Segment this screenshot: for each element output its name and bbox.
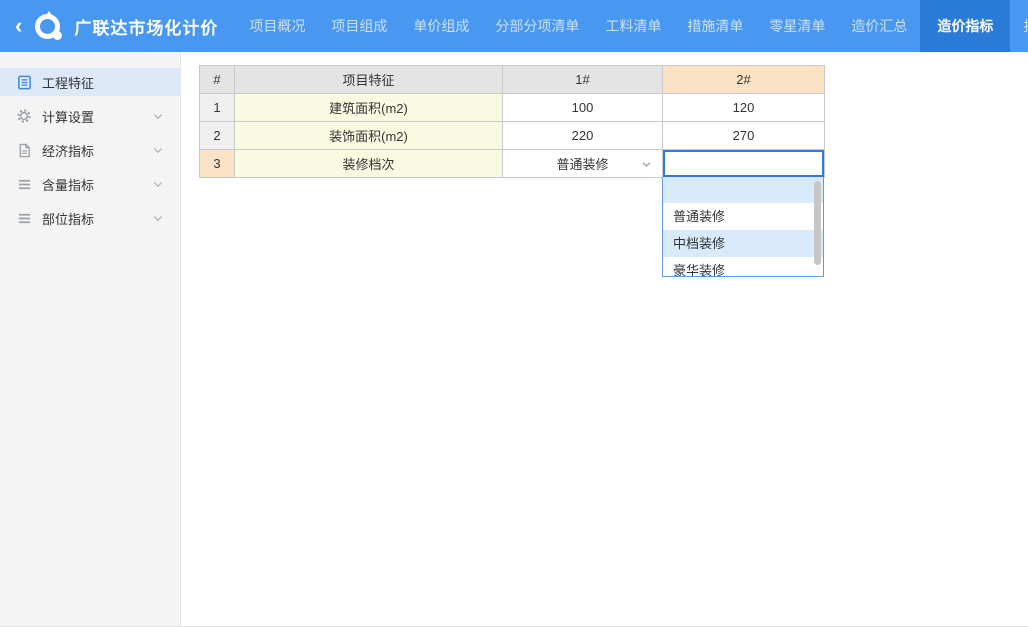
row-number-cell[interactable]: 3 [200,150,235,178]
sidebar-item-content-indicators[interactable]: 含量指标 [0,170,180,198]
nav-item-labor-material-list[interactable]: 工料清单 [592,0,674,52]
selected-value-cell[interactable] [663,150,825,178]
nav-item-unit-price-makeup[interactable]: 单价组成 [400,0,482,52]
content-area: 工程特征 计算设置 经济指标 [0,52,1028,626]
col-header-2[interactable]: 2# [663,66,825,94]
dropdown-option-mid-grade[interactable]: 中档装修 [663,230,823,257]
sidebar-item-economic-indicators[interactable]: 经济指标 [0,136,180,164]
header-row: # 项目特征 1# 2# [200,66,825,94]
gear-icon [16,108,32,124]
value-cell[interactable]: 220 [503,122,663,150]
chevron-down-icon [152,110,164,122]
nav-item-project-structure[interactable]: 项目组成 [318,0,400,52]
table-row: 2 装饰面积(m2) 220 270 [200,122,825,150]
nav-item-subdivision-list[interactable]: 分部分项清单 [482,0,592,52]
col-header-index[interactable]: # [200,66,235,94]
value-cell[interactable]: 270 [663,122,825,150]
sidebar-item-calc-settings[interactable]: 计算设置 [0,102,180,130]
nav-item-measures-list[interactable]: 措施清单 [674,0,756,52]
dropdown-value-label: 普通装修 [556,157,608,172]
dropdown-panel: 普通装修 中档装修 豪华装修 [662,177,824,277]
nav-item-project-overview[interactable]: 项目概况 [236,0,318,52]
col-header-1[interactable]: 1# [503,66,663,94]
sidebar-item-label: 经济指标 [42,141,94,160]
row-number-cell[interactable]: 2 [200,122,235,150]
file-icon [16,142,32,158]
nav-item-sundry-list[interactable]: 零星清单 [756,0,838,52]
dropdown-option-empty[interactable] [663,177,823,203]
features-table: # 项目特征 1# 2# 1 建筑面积(m2) 100 120 2 [199,65,825,178]
feature-cell[interactable]: 装修档次 [235,150,503,178]
top-nav: ‹ 广联达市场化计价 项目概况 项目组成 单价组成 分部分项清单 工料清单 措施… [0,0,1028,52]
chevron-down-icon [152,178,164,190]
list-icon [16,210,32,226]
list-icon [16,176,32,192]
chevron-down-icon[interactable] [641,158,652,169]
row-number-cell[interactable]: 1 [200,94,235,122]
dropdown-scrollbar-thumb[interactable] [814,181,821,265]
nav-item-cost-summary[interactable]: 造价汇总 [838,0,920,52]
sidebar-item-position-indicators[interactable]: 部位指标 [0,204,180,232]
app-logo-icon [35,13,62,40]
sidebar-item-label: 含量指标 [42,175,94,194]
col-header-feature[interactable]: 项目特征 [235,66,503,94]
sidebar-item-label: 工程特征 [42,73,94,92]
nav-item-reports[interactable]: 报表 [1010,0,1028,52]
table-row: 1 建筑面积(m2) 100 120 [200,94,825,122]
sidebar-item-label: 计算设置 [42,107,94,126]
back-button[interactable]: ‹ [15,15,22,37]
value-cell[interactable]: 120 [663,94,825,122]
top-nav-menu: 项目概况 项目组成 单价组成 分部分项清单 工料清单 措施清单 零星清单 造价汇… [236,0,1028,52]
app-window: ‹ 广联达市场化计价 项目概况 项目组成 单价组成 分部分项清单 工料清单 措施… [0,0,1028,627]
top-nav-brand: ‹ 广联达市场化计价 [0,0,218,52]
chevron-down-icon [152,212,164,224]
dropdown-option-luxury[interactable]: 豪华装修 [663,257,823,277]
sidebar-item-label: 部位指标 [42,209,94,228]
dropdown-option-ordinary[interactable]: 普通装修 [663,203,823,230]
main-area: # 项目特征 1# 2# 1 建筑面积(m2) 100 120 2 [181,52,1028,626]
nav-item-cost-indicators[interactable]: 造价指标 [920,0,1010,52]
app-title: 广联达市场化计价 [74,14,218,39]
chevron-down-icon [152,144,164,156]
feature-cell[interactable]: 建筑面积(m2) [235,94,503,122]
sidebar-item-project-features[interactable]: 工程特征 [0,68,180,96]
document-icon [16,74,32,90]
value-cell[interactable]: 100 [503,94,663,122]
sidebar: 工程特征 计算设置 经济指标 [0,52,181,626]
table-row: 3 装修档次 普通装修 [200,150,825,178]
dressing-grade-dropdown-cell[interactable]: 普通装修 [503,150,663,178]
feature-cell[interactable]: 装饰面积(m2) [235,122,503,150]
